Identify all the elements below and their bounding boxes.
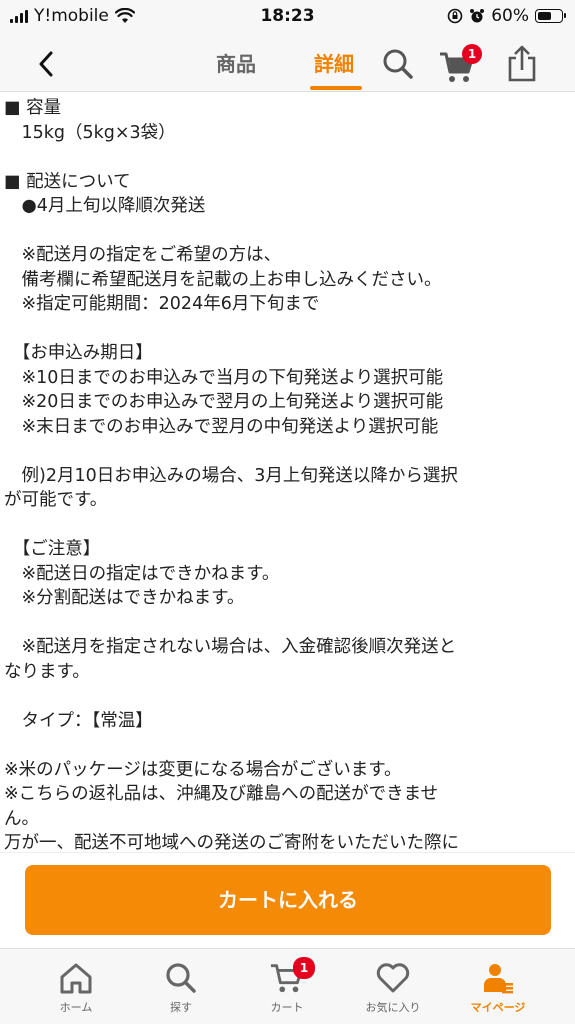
heart-icon: [376, 963, 410, 993]
detail-line: 【お申込み期日】: [4, 343, 153, 363]
tab-search-label: 探す: [170, 1001, 192, 1014]
tab-details[interactable]: 詳細: [314, 48, 354, 77]
status-bar: Y!mobile 18:23 60%: [0, 0, 575, 34]
detail-line: ん。: [4, 808, 39, 829]
detail-line: ●4月上旬以降順次発送: [4, 196, 206, 216]
cart-tab-badge: 1: [293, 957, 315, 979]
orientation-lock-icon: [447, 8, 463, 24]
status-right: 60%: [447, 6, 566, 26]
search-icon: [166, 963, 196, 993]
active-tab-indicator: [310, 86, 362, 90]
battery-icon: [535, 9, 566, 23]
detail-line: 万が一、配送不可地域への発送のご寄附をいただいた際に: [4, 833, 459, 852]
detail-line: 備考欄に希望配送月を記載の上お申し込みください。: [4, 269, 442, 290]
detail-line: 15kg（5kg×3袋）: [4, 122, 176, 143]
search-button[interactable]: [380, 46, 416, 82]
share-icon: [508, 45, 536, 82]
detail-line: ※10日までのお申込みで当月の下旬発送より選択可能: [4, 367, 444, 388]
tab-home[interactable]: ホーム: [26, 957, 126, 1015]
tab-cart-label: カート: [270, 1001, 304, 1014]
chevron-left-icon: [39, 51, 53, 77]
detail-line: 例)2月10日お申込みの場合、3月上旬発送以降から選択: [4, 465, 458, 486]
tab-favorites[interactable]: お気に入り: [343, 957, 443, 1015]
detail-line: タイプ：【常温】: [4, 710, 153, 731]
detail-line: ※指定可能期間：2024年6月下旬まで: [4, 294, 320, 314]
detail-line: 【ご注意】: [4, 539, 101, 559]
cta-area: カートに入れる: [0, 852, 575, 948]
detail-line: ※米のパッケージは変更になる場合がございます。: [4, 759, 402, 780]
search-icon: [383, 49, 413, 79]
product-details-content[interactable]: ■ 容量 15kg（5kg×3袋） ■ 配送について ●4月上旬以降順次発送 ※…: [0, 96, 575, 852]
detail-line: ※20日までのお申込みで翌月の上旬発送より選択可能: [4, 392, 444, 412]
detail-line: ※配送月を指定されない場合は、入金確認後順次発送と: [4, 637, 457, 657]
share-button[interactable]: [504, 44, 540, 84]
detail-line: なります。: [4, 661, 90, 682]
tab-home-label: ホーム: [59, 1001, 93, 1014]
home-icon: [60, 963, 92, 994]
tab-cart[interactable]: 1 カート: [237, 957, 337, 1015]
user-icon: [484, 964, 513, 994]
detail-line: ※配送月の指定をご希望の方は、: [4, 245, 282, 265]
detail-line: ■ 配送について: [4, 171, 131, 192]
tab-mypage[interactable]: マイページ: [448, 957, 548, 1015]
tab-product[interactable]: 商品: [216, 48, 256, 77]
tab-mypage-label: マイページ: [470, 1001, 526, 1014]
detail-line: ※配送日の指定はできかねます。: [4, 563, 280, 584]
bottom-tab-bar: ホーム 探す 1 カート お気に入り マイページ: [0, 948, 575, 1024]
add-to-cart-button[interactable]: カートに入れる: [25, 865, 551, 935]
detail-line: ※分割配送はできかねます。: [4, 588, 245, 608]
detail-line: ■ 容量: [4, 98, 62, 118]
back-button[interactable]: [26, 46, 66, 82]
tab-favorites-label: お気に入り: [365, 1001, 421, 1014]
detail-line: が可能です。: [4, 490, 108, 510]
cart-button[interactable]: 1: [438, 44, 482, 84]
alarm-icon: [470, 9, 485, 23]
cart-badge: 1: [462, 44, 482, 64]
nav-header: 商品 詳細 1: [0, 34, 575, 92]
tab-search[interactable]: 探す: [131, 957, 231, 1015]
battery-percent: 60%: [491, 6, 529, 26]
detail-line: ※こちらの返礼品は、沖縄及び離島への配送ができませ: [4, 784, 439, 804]
detail-line: ※末日までのお申込みで翌月の中旬発送より選択可能: [4, 416, 439, 437]
